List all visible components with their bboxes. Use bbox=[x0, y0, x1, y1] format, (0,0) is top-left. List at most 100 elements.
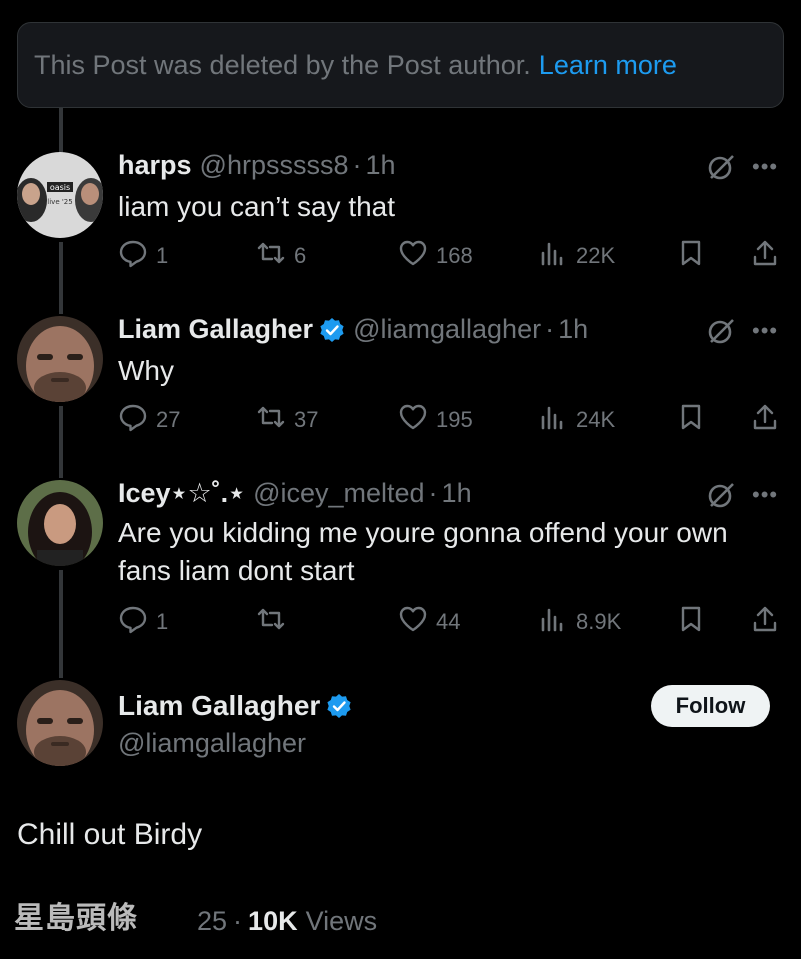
display-name[interactable]: Liam Gallagher bbox=[118, 690, 320, 722]
share-button[interactable] bbox=[750, 604, 780, 640]
views-count: 8.9K bbox=[576, 609, 622, 634]
like-icon bbox=[398, 238, 436, 274]
timestamp[interactable]: 1h bbox=[365, 150, 395, 181]
like-icon bbox=[398, 402, 436, 438]
tweet-header: Icey⋆☆˚.⋆ @icey_melted · 1h bbox=[118, 478, 472, 509]
like-icon bbox=[398, 604, 436, 640]
display-name[interactable]: Liam Gallagher bbox=[118, 314, 313, 345]
follow-button[interactable]: Follow bbox=[651, 685, 770, 727]
views-count: 22K bbox=[576, 243, 616, 268]
svg-text:live '25: live '25 bbox=[47, 198, 72, 206]
tweet-header: Liam Gallagher @liamgallagher · 1h bbox=[118, 314, 588, 345]
deleted-post-notice: This Post was deleted by the Post author… bbox=[17, 22, 784, 108]
separator-dot: · bbox=[428, 478, 438, 508]
views-button[interactable]: 22K bbox=[538, 238, 615, 274]
like-button[interactable]: 168 bbox=[398, 238, 473, 274]
reply-tweet[interactable]: Icey⋆☆˚.⋆ @icey_melted · 1h ••• Are you … bbox=[0, 478, 801, 643]
reply-count: 27 bbox=[156, 407, 181, 432]
reply-count: 1 bbox=[156, 243, 169, 268]
avatar-logo-text: oasis bbox=[50, 183, 70, 192]
reply-tweet[interactable]: Liam Gallagher @liamgallagher · 1h ••• W… bbox=[0, 314, 801, 439]
tweet-text-line: Why bbox=[118, 355, 174, 386]
views-icon bbox=[538, 604, 576, 640]
views-label: Views bbox=[305, 906, 378, 936]
bookmark-button[interactable] bbox=[676, 238, 706, 274]
reply-button[interactable]: 27 bbox=[118, 402, 180, 438]
more-icon[interactable]: ••• bbox=[752, 154, 778, 180]
tweet-text: Are you kidding me youre gonna offend yo… bbox=[118, 514, 728, 590]
views-icon bbox=[538, 402, 576, 438]
tweet-actions: 27 37 195 24K bbox=[0, 402, 801, 434]
repost-count: 37 bbox=[294, 407, 319, 432]
reply-icon bbox=[118, 238, 156, 274]
views-icon bbox=[538, 238, 576, 274]
like-count: 44 bbox=[436, 609, 461, 634]
verified-badge-icon bbox=[326, 693, 352, 719]
tweet-text-line: Are you kidding me youre gonna offend yo… bbox=[118, 517, 728, 548]
user-handle[interactable]: @hrpsssss8 bbox=[200, 150, 349, 181]
repost-count: 6 bbox=[294, 243, 307, 268]
user-handle[interactable]: @icey_melted bbox=[253, 478, 424, 509]
separator-dot: · bbox=[545, 314, 555, 344]
user-handle[interactable]: @liamgallagher bbox=[118, 728, 306, 759]
grok-icon[interactable] bbox=[706, 152, 736, 182]
tweet-actions: 1 6 168 22K bbox=[0, 238, 801, 270]
bookmark-button[interactable] bbox=[676, 402, 706, 438]
share-button[interactable] bbox=[750, 238, 780, 274]
reply-tweet[interactable]: oasis live '25 harps @hrpsssss8 · 1h •••… bbox=[0, 150, 801, 275]
separator-dot: · bbox=[233, 906, 243, 936]
grok-icon[interactable] bbox=[706, 316, 736, 346]
repost-button[interactable] bbox=[256, 604, 294, 640]
timestamp[interactable]: 1h bbox=[442, 478, 472, 509]
tweet-actions: 1 44 8.9K bbox=[0, 604, 801, 636]
avatar[interactable] bbox=[17, 680, 103, 766]
like-count: 168 bbox=[436, 243, 473, 268]
bookmark-icon bbox=[676, 238, 706, 274]
bookmark-icon bbox=[676, 604, 706, 640]
like-count: 195 bbox=[436, 407, 473, 432]
reply-count: 1 bbox=[156, 609, 169, 634]
repost-icon bbox=[256, 604, 294, 640]
date-partial[interactable]: 25 bbox=[197, 906, 227, 937]
more-icon[interactable]: ••• bbox=[752, 318, 778, 344]
display-name[interactable]: Icey⋆☆˚.⋆ bbox=[118, 478, 245, 509]
watermark: 星島頭條 bbox=[14, 902, 138, 935]
thread-line bbox=[59, 108, 63, 153]
avatar[interactable]: oasis live '25 bbox=[17, 152, 103, 238]
avatar[interactable] bbox=[17, 316, 103, 402]
reply-button[interactable]: 1 bbox=[118, 604, 168, 640]
tweet-text: Why bbox=[118, 352, 174, 390]
author-name-row: Liam Gallagher bbox=[118, 690, 352, 722]
bookmark-button[interactable] bbox=[676, 604, 706, 640]
reply-icon bbox=[118, 604, 156, 640]
more-icon[interactable]: ••• bbox=[752, 482, 778, 508]
repost-button[interactable]: 6 bbox=[256, 238, 306, 274]
reply-icon bbox=[118, 402, 156, 438]
verified-badge-icon bbox=[319, 317, 345, 343]
learn-more-link[interactable]: Learn more bbox=[539, 50, 677, 81]
views-button[interactable]: 8.9K bbox=[538, 604, 621, 640]
share-icon bbox=[750, 238, 780, 274]
tweet-text-line: liam you can’t say that bbox=[118, 191, 396, 222]
user-handle[interactable]: @liamgallagher bbox=[353, 314, 541, 345]
timestamp[interactable]: 1h bbox=[558, 314, 588, 345]
share-button[interactable] bbox=[750, 402, 780, 438]
like-button[interactable]: 44 bbox=[398, 604, 460, 640]
views-count: 24K bbox=[576, 407, 616, 432]
display-name[interactable]: harps bbox=[118, 150, 192, 181]
avatar[interactable] bbox=[17, 480, 103, 566]
tweet-text-line: fans liam dont start bbox=[118, 555, 355, 586]
grok-icon[interactable] bbox=[706, 480, 736, 510]
views-button[interactable]: 24K bbox=[538, 402, 615, 438]
separator-dot: · bbox=[352, 150, 362, 180]
tweet-header: harps @hrpsssss8 · 1h bbox=[118, 150, 396, 181]
tweet-text: liam you can’t say that bbox=[118, 188, 395, 226]
post-text: Chill out Birdy bbox=[17, 818, 203, 851]
reply-button[interactable]: 1 bbox=[118, 238, 168, 274]
deleted-notice-text: This Post was deleted by the Post author… bbox=[34, 49, 531, 80]
repost-button[interactable]: 37 bbox=[256, 402, 318, 438]
like-button[interactable]: 195 bbox=[398, 402, 473, 438]
repost-icon bbox=[256, 238, 294, 274]
bookmark-icon bbox=[676, 402, 706, 438]
views-count[interactable]: 10K bbox=[248, 906, 298, 937]
